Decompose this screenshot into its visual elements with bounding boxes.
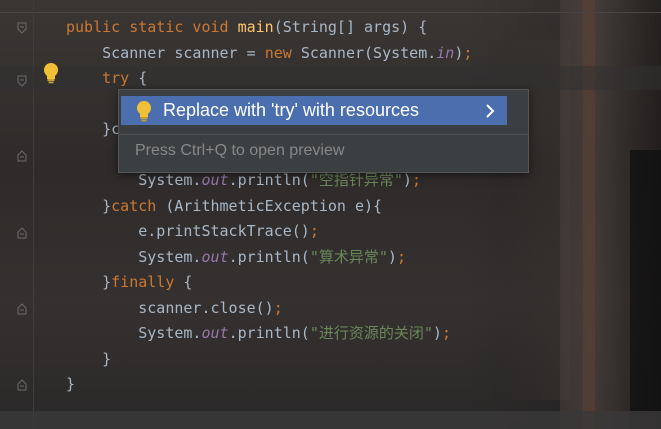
- code-line[interactable]: }: [66, 371, 75, 397]
- code-token: e.printStackTrace(): [138, 222, 310, 240]
- intention-actions-popup: Replace with 'try' with resources Press …: [118, 89, 529, 173]
- code-token: (String[] args) {: [273, 18, 428, 36]
- code-line[interactable]: }: [66, 346, 111, 372]
- replace-with-try-with-resources-action[interactable]: Replace with 'try' with resources: [121, 96, 507, 125]
- code-token: ;: [441, 324, 451, 342]
- code-token: "空指针异常": [309, 171, 403, 189]
- background-window-post: [583, 0, 595, 429]
- code-token: }: [102, 350, 112, 368]
- code-line[interactable]: Scanner scanner = new Scanner(System.in)…: [66, 40, 472, 66]
- code-token: System.: [138, 248, 202, 266]
- code-token: Scanner scanner =: [102, 44, 265, 62]
- code-line[interactable]: }catch (ArithmeticException e){: [66, 193, 382, 219]
- code-token: (ArithmeticException e){: [165, 197, 383, 215]
- fold-icon[interactable]: [17, 303, 27, 315]
- code-token: Scanner(System.: [300, 44, 437, 62]
- code-line[interactable]: public static void main(String[] args) {: [66, 14, 427, 40]
- code-token: public static void: [66, 18, 238, 36]
- code-line[interactable]: }finally {: [66, 269, 192, 295]
- code-token: out: [201, 171, 229, 189]
- code-token: {: [183, 273, 193, 291]
- code-token: try: [102, 69, 139, 87]
- code-token: ): [402, 171, 412, 189]
- code-token: .println(: [228, 171, 310, 189]
- code-token: .println(: [228, 248, 310, 266]
- code-line[interactable]: e.printStackTrace();: [66, 218, 319, 244]
- editor-bottom-bar: [0, 411, 661, 429]
- background-dark-panel: [630, 150, 661, 429]
- code-token: }: [102, 197, 112, 215]
- code-token: "算术异常": [309, 248, 388, 266]
- fold-icon[interactable]: [17, 150, 27, 162]
- action-label: Replace with 'try' with resources: [163, 100, 419, 120]
- code-token: System.: [138, 324, 202, 342]
- code-token: {: [138, 69, 148, 87]
- fold-icon[interactable]: [17, 227, 27, 239]
- code-token: scanner.close(): [138, 299, 274, 317]
- code-line[interactable]: System.out.println("算术异常");: [66, 244, 406, 270]
- code-token: new: [264, 44, 301, 62]
- code-token: ;: [309, 222, 319, 240]
- code-token: ): [432, 324, 442, 342]
- code-token: System.: [138, 171, 202, 189]
- fold-icon[interactable]: [17, 379, 27, 391]
- code-token: ;: [273, 299, 283, 317]
- code-line[interactable]: System.out.println("进行资源的关闭");: [66, 320, 451, 346]
- preview-hint: Press Ctrl+Q to open preview: [135, 142, 345, 159]
- code-token: "进行资源的关闭": [309, 324, 433, 342]
- code-token: .println(: [228, 324, 310, 342]
- code-token: ): [387, 248, 397, 266]
- fold-icon[interactable]: [17, 22, 27, 34]
- popup-divider: [119, 134, 528, 135]
- code-token: catch: [111, 197, 166, 215]
- code-token: out: [201, 324, 229, 342]
- code-token: ;: [411, 171, 421, 189]
- lightbulb-icon[interactable]: [42, 62, 60, 84]
- chevron-right-icon[interactable]: [479, 103, 501, 118]
- code-line[interactable]: }c: [66, 116, 120, 142]
- code-line[interactable]: scanner.close();: [66, 295, 283, 321]
- code-token: in: [436, 44, 455, 62]
- lightbulb-icon: [129, 96, 159, 125]
- gutter-divider: [33, 0, 34, 429]
- code-token: main: [237, 18, 274, 36]
- code-line[interactable]: try {: [66, 65, 147, 91]
- code-token: }: [66, 375, 76, 393]
- fold-icon[interactable]: [17, 75, 27, 87]
- code-token: out: [201, 248, 229, 266]
- code-token: ;: [396, 248, 406, 266]
- editor-top-border: [0, 12, 661, 13]
- code-token: ;: [463, 44, 473, 62]
- code-token: finally: [111, 273, 184, 291]
- code-token: }: [102, 273, 112, 291]
